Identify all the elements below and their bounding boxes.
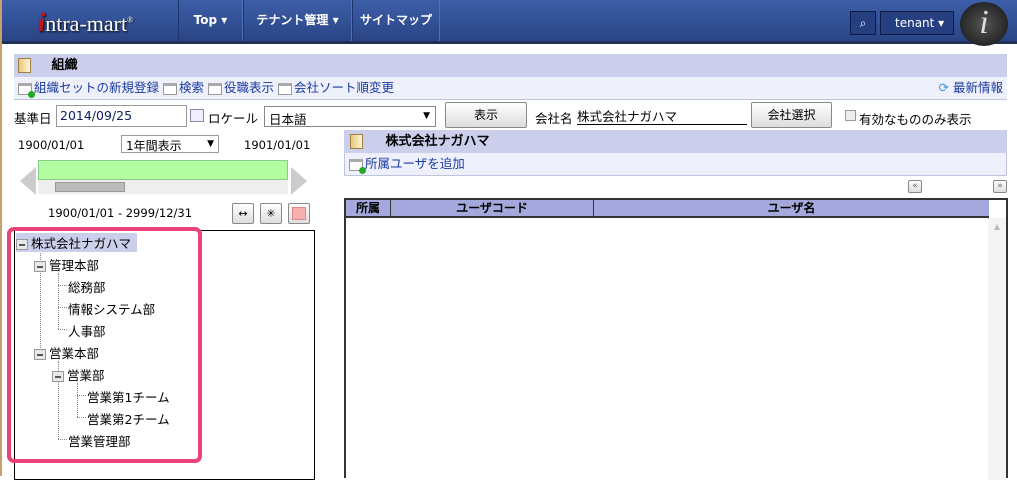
tree-node[interactable]: 人事部 xyxy=(68,321,106,340)
window-icon xyxy=(208,82,222,95)
scrollbar-thumb[interactable] xyxy=(55,182,125,192)
locale-select[interactable]: 日本語 ▼ xyxy=(264,106,436,127)
fit-icon[interactable]: ↔ xyxy=(232,203,254,224)
valid-only-checkbox[interactable] xyxy=(845,110,856,121)
date-label: 基準日 xyxy=(14,111,52,126)
new-org-set-link[interactable]: 組織セットの新規登録 xyxy=(18,80,159,98)
company-name-field[interactable]: 株式会社ナガハマ xyxy=(577,106,747,125)
add-window-icon xyxy=(18,82,35,98)
detail-title-bar: 株式会社ナガハマ xyxy=(344,130,1007,153)
timeline-range: 1900/01/01 - 2999/12/31 xyxy=(48,206,193,220)
prev-page-button[interactable]: « xyxy=(908,180,922,193)
date-input[interactable]: 2014/09/25 xyxy=(56,105,187,127)
valid-only-label: 有効なもののみ表示 xyxy=(859,112,972,127)
show-button[interactable]: 表示 xyxy=(445,102,527,128)
clear-icon[interactable] xyxy=(288,203,310,224)
add-window-icon xyxy=(349,158,366,174)
page-title: 組織 xyxy=(51,58,78,73)
collapse-icon[interactable] xyxy=(34,261,46,272)
nav-sitemap[interactable]: サイトマップ xyxy=(352,0,440,41)
table-scrollbar[interactable]: ▲ xyxy=(988,218,1006,480)
timeline-next-arrow[interactable] xyxy=(291,167,307,195)
period-select[interactable]: 1年間表示 ▼ xyxy=(121,135,219,153)
nav-top[interactable]: Top ▾ xyxy=(178,0,243,41)
company-label: 会社名 xyxy=(535,111,573,126)
column-header-affiliation[interactable]: 所属 xyxy=(346,200,391,216)
page-title-bar: 組織 xyxy=(14,54,1007,77)
tree-node[interactable]: 総務部 xyxy=(68,277,106,296)
search-icon[interactable]: ⌕ xyxy=(850,11,876,35)
folder-icon xyxy=(350,134,363,149)
column-header-user-name[interactable]: ユーザ名 xyxy=(594,200,989,216)
show-posts-link[interactable]: 役職表示 xyxy=(208,80,274,95)
tree-node[interactable]: 営業第2チーム xyxy=(87,409,170,428)
timeline-end: 1901/01/01 xyxy=(244,138,311,152)
user-name: tenant xyxy=(895,16,935,30)
tree-node[interactable]: 営業部 xyxy=(52,365,105,384)
tree-node[interactable]: 営業第1チーム xyxy=(87,387,170,406)
detail-title: 株式会社ナガハマ xyxy=(385,134,490,149)
timeline-prev-arrow[interactable] xyxy=(20,167,36,195)
avatar[interactable]: i xyxy=(960,2,1008,46)
folder-icon xyxy=(18,58,31,73)
column-header-user-code[interactable]: ユーザコード xyxy=(391,200,594,216)
company-sort-link[interactable]: 会社ソート順変更 xyxy=(278,80,394,95)
window-icon xyxy=(163,82,177,95)
add-user-link[interactable]: 所属ユーザを追加 xyxy=(349,156,465,174)
user-table: 所属 ユーザコード ユーザ名 ▲ xyxy=(344,198,1008,480)
top-header: intra-mart® Top ▾ テナント管理 ▾ サイトマップ ⌕ tena… xyxy=(2,0,1017,46)
table-header: 所属 ユーザコード ユーザ名 xyxy=(346,200,989,218)
tree-node[interactable]: 営業管理部 xyxy=(68,431,131,450)
timeline-scrollbar[interactable] xyxy=(38,180,288,194)
collapse-icon[interactable] xyxy=(52,371,64,382)
search-link[interactable]: 検索 xyxy=(163,80,204,95)
detail-toolbar: 所属ユーザを追加 xyxy=(344,153,1007,176)
intra-mart-logo[interactable]: intra-mart® xyxy=(38,8,133,38)
next-page-button[interactable]: » xyxy=(993,180,1007,193)
tree-node[interactable]: 営業本部 xyxy=(34,343,99,362)
refresh-icon: ⟳ xyxy=(938,80,949,95)
refresh-link[interactable]: ⟳ 最新情報 xyxy=(939,77,1003,99)
page-toolbar: 組織セットの新規登録 検索 役職表示 会社ソート順変更 ⟳ 最新情報 xyxy=(14,77,1007,100)
tree-node[interactable]: 管理本部 xyxy=(34,255,99,274)
split-icon[interactable]: ✳ xyxy=(260,203,282,224)
collapse-icon[interactable] xyxy=(34,349,46,360)
nav-tenant-admin[interactable]: テナント管理 ▾ xyxy=(243,0,352,41)
calendar-icon[interactable] xyxy=(190,109,204,122)
collapse-icon[interactable] xyxy=(16,239,28,250)
locale-label: ロケール xyxy=(208,111,259,126)
timeline-bar[interactable] xyxy=(38,160,288,180)
window-icon xyxy=(278,82,292,95)
tree-node[interactable]: 株式会社ナガハマ xyxy=(16,233,138,252)
user-menu[interactable]: tenant ▾ xyxy=(880,11,954,35)
company-select-button[interactable]: 会社選択 xyxy=(751,102,832,128)
timeline-start: 1900/01/01 xyxy=(18,138,85,152)
tree-node[interactable]: 情報システム部 xyxy=(68,299,155,318)
